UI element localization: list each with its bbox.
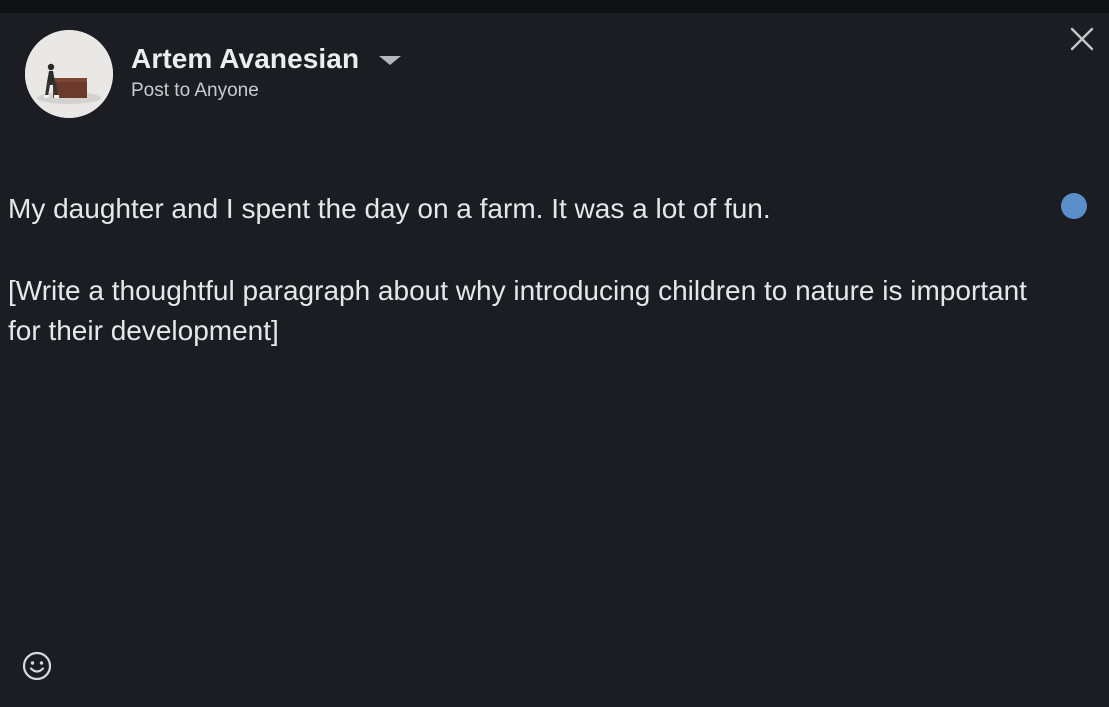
avatar[interactable] (25, 30, 113, 118)
emoji-icon (22, 651, 52, 681)
close-icon (1070, 27, 1094, 51)
avatar-image (25, 30, 113, 118)
close-button[interactable] (1066, 23, 1098, 55)
post-paragraph-1[interactable]: My daughter and I spent the day on a far… (8, 189, 1048, 229)
chevron-down-icon[interactable] (379, 55, 402, 65)
post-paragraph-2[interactable]: [Write a thoughtful paragraph about why … (8, 271, 1048, 351)
post-composer-dialog: Artem Avanesian Post to Anyone My daught… (0, 13, 1109, 707)
window-top-strip (0, 0, 1109, 13)
post-visibility-label[interactable]: Post to Anyone (131, 79, 401, 103)
emoji-button[interactable] (20, 649, 54, 683)
status-dot (1061, 193, 1087, 219)
author-name: Artem Avanesian (131, 43, 360, 74)
post-text-editor[interactable]: My daughter and I spent the day on a far… (8, 189, 1048, 351)
author-selector[interactable]: Artem Avanesian Post to Anyone (131, 41, 402, 103)
